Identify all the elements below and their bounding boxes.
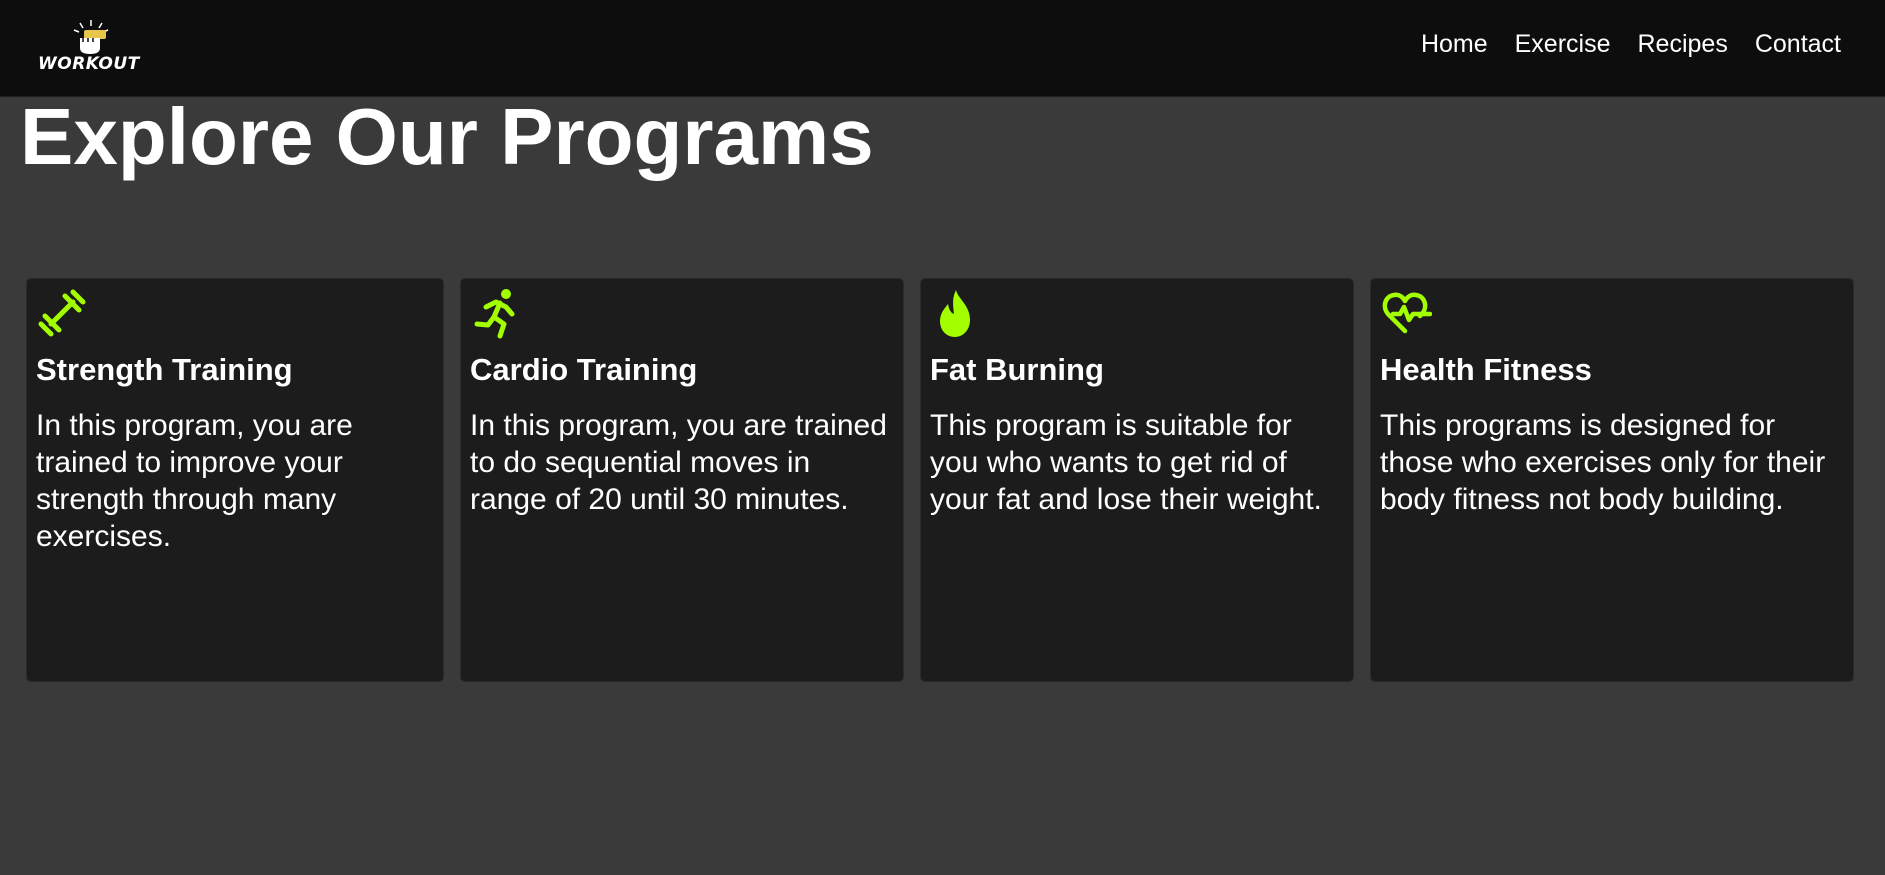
card-title: Cardio Training xyxy=(470,352,698,387)
card-description: This program is suitable for you who wan… xyxy=(930,409,1322,516)
nav-link-contact[interactable]: Contact xyxy=(1755,28,1841,60)
navbar: WORKOUT Home Exercise Recipes Contact xyxy=(0,0,1885,97)
card-title: Strength Training xyxy=(36,352,293,387)
card-description: In this program, you are trained to impr… xyxy=(36,409,353,553)
program-card-fat-burning[interactable]: Fat Burning This program is suitable for… xyxy=(920,278,1354,682)
logo[interactable]: WORKOUT xyxy=(36,18,146,76)
nav-link-home[interactable]: Home xyxy=(1421,28,1488,60)
program-card-strength[interactable]: Strength Training In this program, you a… xyxy=(26,278,444,682)
nav-links: Home Exercise Recipes Contact xyxy=(1421,28,1841,60)
running-person-icon xyxy=(474,289,515,339)
dumbbell-icon xyxy=(38,289,86,337)
fire-icon xyxy=(940,290,970,337)
nav-link-exercise[interactable]: Exercise xyxy=(1515,28,1611,60)
card-title: Fat Burning xyxy=(930,352,1104,387)
heart-pulse-icon xyxy=(1382,292,1432,334)
nav-link-recipes[interactable]: Recipes xyxy=(1638,28,1728,60)
card-title: Health Fitness xyxy=(1380,352,1592,387)
page-title: Explore Our Programs xyxy=(20,92,874,181)
program-card-health-fitness[interactable]: Health Fitness This programs is designed… xyxy=(1370,278,1854,682)
fist-logo-icon xyxy=(73,20,109,54)
logo-text: WORKOUT xyxy=(38,54,140,74)
program-card-cardio[interactable]: Cardio Training In this program, you are… xyxy=(460,278,904,682)
card-description: This programs is designed for those who … xyxy=(1380,409,1826,516)
card-description: In this program, you are trained to do s… xyxy=(470,409,887,516)
